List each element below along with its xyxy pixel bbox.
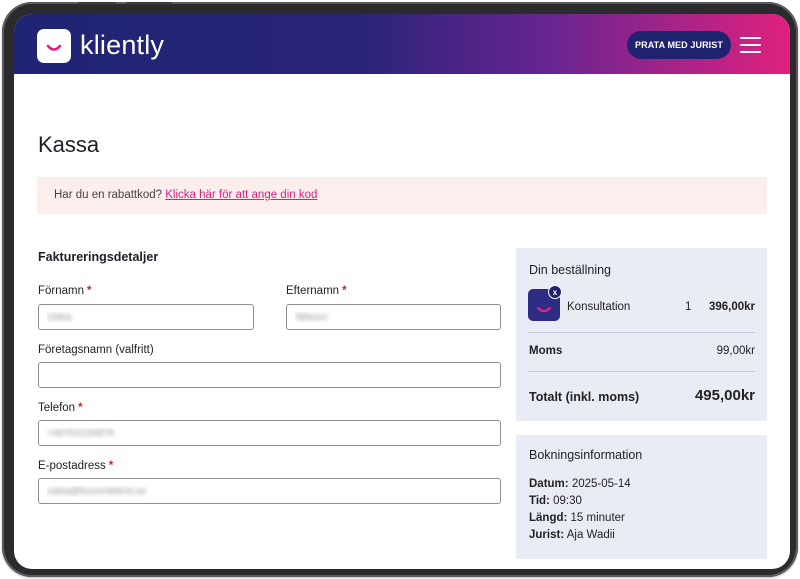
booking-time: Tid: 09:30 [529,495,582,507]
date-label: Datum: [529,478,569,490]
last-name-label: Efternamn * [286,285,347,297]
vat-label: Moms [529,345,563,357]
time-value: 09:30 [553,495,582,507]
company-label: Företagsnamn (valfritt) [38,344,154,356]
length-value: 15 minuter [570,512,625,524]
hamburger-menu-icon[interactable] [740,36,762,54]
device-button [78,2,116,5]
item-name: Konsultation [567,301,631,313]
divider [528,332,755,333]
smile-logo-icon[interactable] [37,29,71,63]
first-name-label: Förnamn * [38,285,92,297]
booking-title: Bokningsinformation [529,448,643,462]
label-text: E-postadress [38,460,106,472]
booking-date: Datum: 2025-05-14 [529,478,631,490]
label-text: Telefon [38,402,76,414]
item-price: 396,00kr [708,301,755,313]
phone-label: Telefon * [38,402,83,414]
phone-input[interactable] [38,420,501,446]
vat-value: 99,00kr [716,345,755,357]
label-text: Förnamn [38,285,85,297]
last-name-input[interactable] [286,304,501,330]
total-value: 495,00kr [694,387,755,404]
divider [528,371,755,372]
tablet-frame: kliently PRATA MED JURIST Kassa Har du e… [2,2,798,577]
booking-length: Längd: 15 minuter [529,512,625,524]
order-summary-panel: Din beställning x Konsultation 1 396,00k… [516,248,767,421]
time-label: Tid: [529,495,550,507]
page-title: Kassa [38,132,100,157]
remove-item-button[interactable]: x [548,285,562,299]
label-text: Efternamn [286,285,340,297]
company-input[interactable] [38,362,501,388]
coupon-link[interactable]: Klicka här för att ange din kod [165,189,317,201]
coupon-prompt: Har du en rabattkod? [54,189,163,201]
booking-lawyer: Jurist: Aja Wadii [529,529,615,541]
required-marker: * [108,460,114,472]
total-label: Totalt (inkl. moms) [529,390,640,404]
order-title: Din beställning [529,263,611,277]
email-input[interactable] [38,478,501,504]
email-label: E-postadress * [38,460,113,472]
device-button [126,2,172,5]
site-header: kliently PRATA MED JURIST [14,14,790,74]
required-marker: * [87,285,92,297]
first-name-input[interactable] [38,304,254,330]
booking-info-panel: Bokningsinformation Datum: 2025-05-14 Ti… [516,435,767,559]
billing-title: Faktureringsdetaljer [38,250,159,264]
talk-to-lawyer-button[interactable]: PRATA MED JURIST [627,31,731,59]
coupon-notice: Har du en rabattkod? Klicka här för att … [37,177,767,214]
required-marker: * [342,285,347,297]
lawyer-value: Aja Wadii [566,529,615,541]
required-marker: * [78,402,83,414]
screen: kliently PRATA MED JURIST Kassa Har du e… [14,14,790,569]
date-value: 2025-05-14 [571,478,631,490]
item-quantity: 1 [685,301,692,313]
lawyer-label: Jurist: [529,529,565,541]
length-label: Längd: [529,512,568,524]
brand-name[interactable]: kliently [80,28,164,62]
